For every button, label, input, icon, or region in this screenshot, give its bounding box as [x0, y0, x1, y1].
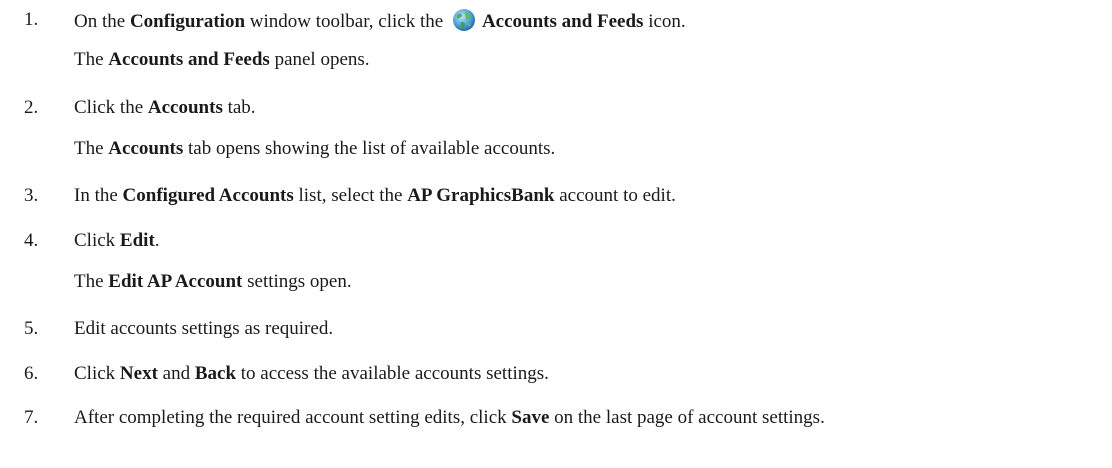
- ui-term: Accounts: [147, 97, 223, 118]
- step-number: 7.: [24, 407, 39, 428]
- ui-term: Accounts and Feeds: [108, 49, 270, 70]
- step-number: 4.: [24, 230, 39, 251]
- ui-term: Edit: [119, 230, 155, 251]
- step-number: 2.: [24, 97, 39, 118]
- ui-term: Accounts and Feeds: [481, 11, 644, 32]
- ui-term: Next: [119, 363, 158, 384]
- step-number: 6.: [24, 363, 39, 384]
- globe-icon: [452, 8, 476, 32]
- ui-term: AP GraphicsBank: [407, 185, 555, 206]
- ui-term: Edit AP Account: [108, 271, 243, 292]
- ui-term: Configured Accounts: [122, 185, 294, 206]
- step-number: 1.: [24, 9, 39, 30]
- procedure-steps: 1. On the Configuration window toolbar, …: [24, 8, 825, 428]
- ui-term: Back: [194, 363, 237, 384]
- ui-term: Configuration: [129, 11, 246, 32]
- ui-term: Accounts: [108, 138, 184, 159]
- ui-term: Save: [511, 407, 550, 428]
- step-number: 3.: [24, 185, 39, 206]
- step-number: 5.: [24, 318, 39, 339]
